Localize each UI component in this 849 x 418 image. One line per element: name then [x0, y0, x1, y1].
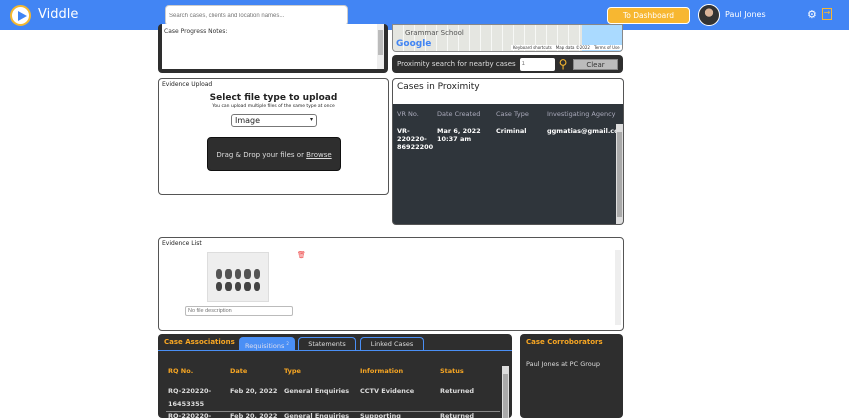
panel-title: Evidence Upload	[162, 81, 213, 88]
delete-icon[interactable]: 🗑	[297, 251, 306, 259]
logout-icon[interactable]: →	[822, 8, 832, 20]
corroborator-item: Paul Jones at PC Group	[526, 360, 600, 368]
column-header: Case Type	[496, 110, 529, 118]
map[interactable]: Grammar School Google Keyboard shortcuts…	[392, 24, 623, 52]
scrollbar[interactable]	[615, 250, 621, 325]
scrollbar[interactable]	[377, 24, 384, 69]
avatar[interactable]	[698, 4, 720, 26]
investigating-agency: ggmatias@gmail.com	[547, 127, 624, 135]
file-type-select[interactable]: Image ▾	[231, 114, 317, 127]
column-header: Date Created	[437, 110, 481, 118]
tab-statements[interactable]: Statements	[298, 337, 356, 350]
scrollbar[interactable]	[616, 124, 623, 224]
proximity-label: Proximity search for nearby cases	[397, 60, 516, 68]
table-header: RQ No. Date Type Information Status	[168, 367, 464, 375]
table-row[interactable]: RQ-220220- Feb 20, 2022 General Enquirie…	[168, 410, 474, 418]
map-place-label: Grammar School	[405, 29, 464, 37]
tab-label: Requisitions	[245, 342, 285, 351]
browse-link[interactable]: Browse	[306, 151, 332, 159]
information: Supporting	[360, 412, 401, 418]
status: Returned	[440, 412, 475, 418]
proximity-search-bar: Proximity search for nearby cases ⚲ Clea…	[392, 55, 623, 73]
case-corroborators-panel: Case Corroborators Paul Jones at PC Grou…	[520, 334, 623, 418]
google-logo: Google	[396, 39, 432, 49]
scrollbar[interactable]	[502, 366, 509, 418]
search-input[interactable]	[165, 5, 348, 26]
panel-title: Cases in Proximity	[393, 79, 623, 104]
information: CCTV Evidence	[360, 387, 415, 395]
evidence-upload-panel: Evidence Upload Select file type to uplo…	[158, 78, 389, 195]
file-type-value: Image	[235, 116, 261, 125]
column-header: Investigating Agency	[547, 110, 616, 118]
table-header: VR No. Date Created Case Type Investigat…	[397, 110, 616, 118]
panel-title: Case Associations	[164, 338, 235, 346]
rq-number: RQ-220220-	[168, 412, 212, 418]
case-progress-notes-textarea[interactable]: Case Progress Notes:	[162, 24, 384, 69]
notes-label: Case Progress Notes:	[164, 28, 228, 35]
case-progress-notes-panel: Case Progress Notes:	[158, 24, 388, 73]
map-data-label: Map data ©2022	[555, 45, 590, 50]
tab-requisitions[interactable]: Requisitions 2	[239, 337, 295, 350]
evidence-list-panel: Evidence List 🗑	[158, 237, 624, 331]
drop-zone[interactable]: Drag & Drop your files or Browse	[207, 137, 341, 171]
date: Feb 20, 2022	[230, 412, 278, 418]
case-type: Criminal	[496, 127, 527, 135]
terms-link[interactable]: Terms of Use	[594, 45, 620, 50]
table-row[interactable]: VR-220220-86922200 Mar 6, 2022 10:37 am …	[397, 127, 624, 151]
proximity-input[interactable]	[519, 57, 555, 71]
type: General Enquiries	[284, 387, 350, 395]
panel-title: Evidence List	[162, 240, 202, 247]
column-header: Information	[360, 367, 404, 375]
chevron-down-icon: ▾	[309, 116, 313, 123]
rq-number: RQ-220220-16453355	[168, 387, 212, 408]
date: Feb 20, 2022	[230, 387, 278, 395]
upload-subheading: You can upload multiple files of the sam…	[212, 104, 335, 109]
user-name[interactable]: Paul Jones	[725, 10, 766, 19]
logo-icon[interactable]	[10, 5, 31, 26]
drop-text: Drag & Drop your files or	[216, 151, 307, 159]
tab-badge: 2	[286, 341, 289, 346]
upload-heading: Select file type to upload	[209, 93, 338, 103]
column-header: VR No.	[397, 110, 419, 118]
panel-title: Case Corroborators	[526, 338, 603, 346]
column-header: Status	[440, 367, 464, 375]
column-header: Date	[230, 367, 248, 375]
vr-number: VR-220220-86922200	[397, 127, 434, 151]
date-created: Mar 6, 2022 10:37 am	[437, 127, 481, 143]
tab-linked-cases[interactable]: Linked Cases	[360, 337, 424, 350]
table-row[interactable]: RQ-220220-16453355 Feb 20, 2022 General …	[168, 385, 474, 411]
column-header: RQ No.	[168, 367, 194, 375]
gear-icon[interactable]: ⚙	[807, 8, 817, 21]
search-icon[interactable]: ⚲	[559, 57, 568, 71]
clear-button[interactable]: Clear	[573, 58, 618, 70]
cases-in-proximity-panel: Cases in Proximity VR No. Date Created C…	[392, 78, 624, 225]
column-header: Type	[284, 367, 301, 375]
dashboard-button[interactable]: To Dashboard	[607, 7, 690, 24]
keyboard-shortcuts-link[interactable]: Keyboard shortcuts	[513, 45, 552, 50]
evidence-thumbnail[interactable]	[207, 252, 269, 302]
status: Returned	[440, 387, 475, 395]
brand-name: Viddle	[38, 7, 79, 22]
case-associations-panel: Case Associations Requisitions 2 Stateme…	[158, 334, 512, 418]
type: General Enquiries	[284, 412, 350, 418]
file-description-input[interactable]	[185, 306, 293, 316]
